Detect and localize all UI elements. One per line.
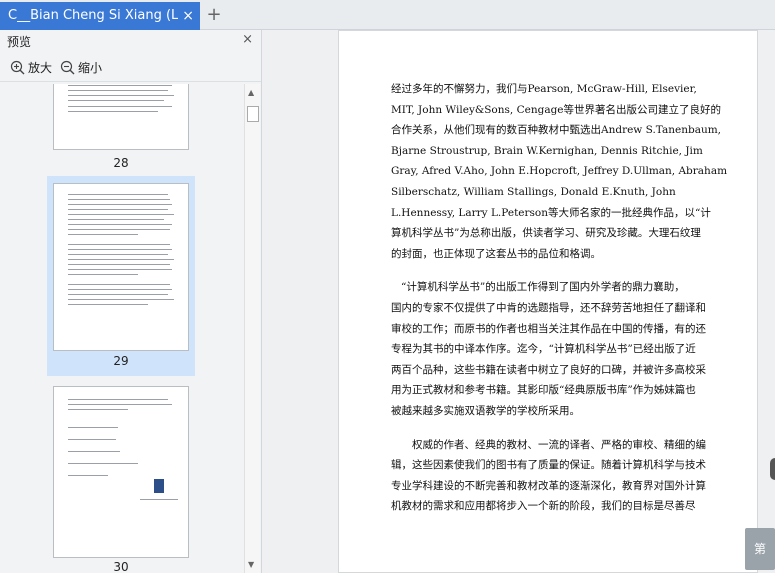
- document-page: 经过多年的不懈努力，我们与Pearson, McGraw-Hill, Elsev…: [338, 30, 758, 573]
- document-viewer: 经过多年的不懈努力，我们与Pearson, McGraw-Hill, Elsev…: [263, 30, 775, 573]
- thumbnail-page-28[interactable]: 28: [47, 84, 195, 176]
- text-line: Silberschatz, William Stallings, Donald …: [391, 185, 676, 198]
- text-line: Bjarne Stroustrup, Brain W.Kernighan, De…: [391, 144, 703, 157]
- zoom-out-button[interactable]: 缩小: [60, 58, 102, 78]
- thumbnail-scrollbar[interactable]: ▲ ▼: [244, 84, 260, 573]
- text-line: 被越来越多实施双语教学的学校所采用。: [391, 404, 580, 417]
- page-jump-button[interactable]: 第: [745, 528, 775, 570]
- tab-title: C__Bian Cheng Si Xiang (Liang: [8, 8, 178, 23]
- document-tab[interactable]: C__Bian Cheng Si Xiang (Liang ×: [0, 2, 200, 30]
- text-line: 用为正式教材和参考书籍。其影印版“经典原版书库”作为姊妹篇也: [391, 384, 696, 397]
- zoom-in-icon: [10, 60, 25, 75]
- page-number: 30: [113, 560, 129, 573]
- side-handle[interactable]: [770, 458, 775, 480]
- thumbnail-page-29[interactable]: 29: [47, 176, 195, 376]
- text-line: 经过多年的不懈努力，我们与Pearson, McGraw-Hill, Elsev…: [391, 83, 697, 95]
- preview-sidebar: 预览 × 放大 缩小 28 29 30 ▲ ▼: [0, 30, 262, 573]
- text-line: 机教材的需求和应用都将步入一个新的阶段，我们的目标是尽善尽: [391, 500, 696, 513]
- page-number: 28: [113, 156, 129, 170]
- scroll-up-icon[interactable]: ▲: [248, 88, 254, 97]
- text-line: Gray, Afred V.Aho, John E.Hopcroft, Jeff…: [391, 165, 728, 178]
- publisher-logo: [154, 479, 164, 493]
- thumbnail-page-30[interactable]: 30: [47, 384, 195, 573]
- sidebar-close-icon[interactable]: ×: [242, 32, 253, 47]
- page-28-preview: [53, 84, 189, 150]
- tab-close-icon[interactable]: ×: [182, 2, 194, 30]
- text-line: 审校的工作；而原书的作者也相当关注其作品在中国的传播，有的还: [391, 322, 706, 335]
- zoom-out-label: 缩小: [78, 61, 103, 75]
- sidebar-header: 预览 ×: [0, 30, 261, 52]
- text-line: “计算机科学丛书”的出版工作得到了国内外学者的鼎力襄助，: [401, 281, 685, 294]
- thumbnail-list: 28 29 30: [0, 84, 244, 573]
- text-line: L.Hennessy, Larry L.Peterson等大师名家的一批经典作品…: [391, 206, 711, 219]
- text-line: 算机科学丛书”为总称出版，供读者学习、研究及珍藏。大理石纹理: [391, 227, 701, 240]
- text-line: 国内的专家不仅提供了中肯的选题指导，还不辞劳苦地担任了翻译和: [391, 301, 706, 314]
- page-text: 经过多年的不懈努力，我们与Pearson, McGraw-Hill, Elsev…: [391, 79, 728, 517]
- new-tab-button[interactable]: +: [204, 4, 224, 26]
- text-line: 合作关系，从他们现有的数百种教材中甄选出Andrew S.Tanenbaum,: [391, 124, 722, 137]
- text-line: 专程为其书的中译本作序。迄今，“计算机科学丛书”已经出版了近: [391, 343, 696, 356]
- scroll-down-icon[interactable]: ▼: [248, 560, 254, 569]
- text-line: MIT, John Wiley&Sons, Cengage等世界著名出版公司建立…: [391, 103, 722, 116]
- tab-bar: C__Bian Cheng Si Xiang (Liang × +: [0, 0, 775, 30]
- text-line: 权威的作者、经典的教材、一流的译者、严格的审校、精细的编: [412, 438, 706, 451]
- page-29-preview: [53, 183, 189, 351]
- page-30-preview: [53, 386, 189, 558]
- zoom-in-button[interactable]: 放大: [10, 58, 52, 78]
- text-line: 两百个品种，这些书籍在读者中树立了良好的口碑，并被许多高校采: [391, 363, 706, 376]
- text-line: 辑，这些因素使我们的图书有了质量的保证。随着计算机科学与技术: [391, 459, 706, 472]
- zoom-toolbar: 放大 缩小: [0, 54, 261, 82]
- zoom-in-label: 放大: [28, 61, 53, 75]
- scrollbar-thumb[interactable]: [247, 106, 259, 122]
- sidebar-title: 预览: [7, 35, 32, 49]
- page-number: 29: [113, 354, 129, 368]
- text-line: 专业学科建设的不断完善和教材改革的逐渐深化，教育界对国外计算: [391, 479, 706, 492]
- zoom-out-icon: [60, 60, 75, 75]
- text-line: 的封面，也正体现了这套丛书的品位和格调。: [391, 247, 601, 260]
